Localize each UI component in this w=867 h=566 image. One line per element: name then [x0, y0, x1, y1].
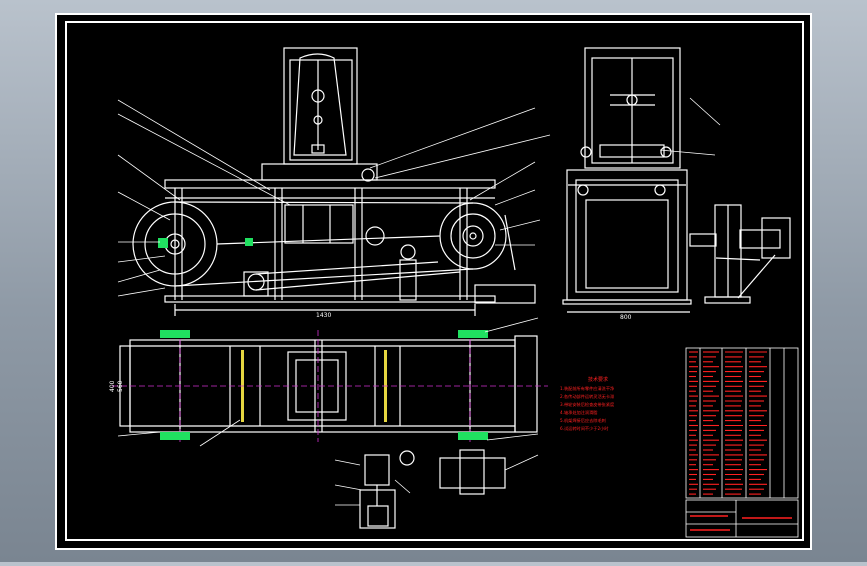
note-line: 6.试运转时间不少于2小时: [560, 425, 609, 432]
notes-title: 技术要求: [588, 376, 608, 383]
plan-width-dimension-1: 400: [109, 380, 116, 392]
drawing-sheet: [55, 13, 812, 550]
note-line: 1.装配前所有零件应清洗干净: [560, 385, 614, 392]
note-line: 2.各传动部件运转灵活无卡滞: [560, 393, 614, 400]
front-length-dimension: 1430: [316, 312, 331, 319]
plan-width-dimension-2: 560: [117, 380, 124, 392]
note-line: 4.轴承处加注润滑脂: [560, 409, 598, 416]
side-width-dimension: 800: [620, 314, 632, 321]
note-line: 3.带轮安装后检查皮带张紧度: [560, 401, 615, 408]
cad-viewport[interactable]: 1430 800 400 560 技术要求 1.装配前所有零件应清洗干净 2.各…: [0, 0, 867, 562]
note-line: 5.机架焊接后应去除毛刺: [560, 417, 606, 424]
